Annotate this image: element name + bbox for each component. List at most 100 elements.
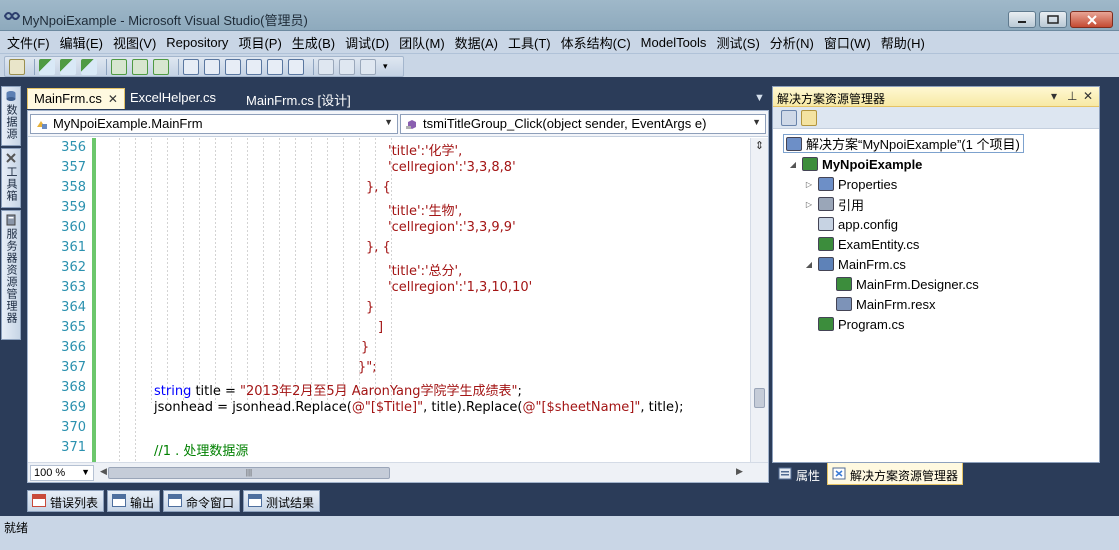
tab-excelhelper-cs[interactable]: ExcelHelper.cs (124, 88, 222, 109)
comment-lines-icon[interactable] (318, 58, 334, 75)
tool-tab[interactable]: 输出 (107, 490, 161, 512)
tree-node[interactable]: MainFrm.resx (821, 294, 935, 314)
step-into-icon[interactable] (39, 58, 55, 75)
threads-icon[interactable] (153, 58, 169, 75)
menu-item[interactable]: 帮助(H) (877, 33, 931, 52)
code-line[interactable]: 369 jsonhead = jsonhead.Replace(@"[$Title… (28, 398, 750, 418)
code-line[interactable]: 360 'cellregion':'3,3,9,9' (28, 218, 750, 238)
show-next-statement-icon[interactable] (111, 58, 127, 75)
vertical-scroll-thumb[interactable] (754, 388, 765, 408)
close-tab-icon[interactable]: ✕ (108, 92, 118, 106)
autos-window-icon[interactable] (225, 58, 241, 75)
code-line[interactable]: 363 'cellregion':'1,3,10,10' (28, 278, 750, 298)
code-line[interactable]: 366} (28, 338, 750, 358)
menu-item[interactable]: ModelTools (637, 35, 713, 50)
code-line[interactable]: 367}"; (28, 358, 750, 378)
call-stack-icon[interactable] (246, 58, 262, 75)
tree-node[interactable]: ◢ MainFrm.cs (803, 254, 906, 274)
tab-solution-explorer[interactable]: 解决方案资源管理器 (827, 463, 964, 485)
expand-arrow-icon[interactable]: ▷ (803, 180, 815, 189)
code-line[interactable]: 358}, { (28, 178, 750, 198)
step-over-icon[interactable] (60, 58, 76, 75)
code-line[interactable]: 364} (28, 298, 750, 318)
code-line[interactable]: 356 'title':'化学', (28, 138, 750, 159)
code-line[interactable]: 370 (28, 418, 750, 438)
panel-dropdown-icon[interactable]: ▾ (1051, 89, 1057, 103)
chevron-down-icon: ▼ (81, 467, 90, 477)
tree-node[interactable]: Program.cs (803, 314, 904, 334)
immediate-window-icon[interactable] (267, 58, 283, 75)
code-area[interactable]: 356 'title':'化学', 357 'cellregion':'3,3,8,8… (28, 138, 750, 462)
zoom-select[interactable]: 100 % ▼ (30, 465, 94, 481)
menu-item[interactable]: 团队(M) (395, 33, 451, 52)
horizontal-scrollbar[interactable]: ◀ ||| ▶ (100, 466, 746, 480)
tree-node[interactable]: ▷ 引用 (803, 194, 864, 214)
line-number: 357 (61, 160, 86, 175)
collapse-arrow-icon[interactable]: ◢ (803, 260, 815, 269)
maximize-button[interactable] (1039, 11, 1067, 28)
menu-item[interactable]: 编辑(E) (56, 33, 109, 52)
menu-item[interactable]: 体系结构(C) (557, 33, 637, 52)
menu-item[interactable]: 测试(S) (712, 33, 765, 52)
properties-button-icon[interactable] (781, 110, 797, 126)
tab-dropdown-icon[interactable]: ▼ (754, 92, 765, 104)
splitter-icon[interactable]: ⇕ (753, 140, 766, 153)
menu-item[interactable]: 视图(V) (109, 33, 162, 52)
menu-item[interactable]: 数据(A) (451, 33, 504, 52)
expand-arrow-icon[interactable]: ▷ (803, 200, 815, 209)
menu-item[interactable]: Repository (162, 35, 234, 50)
close-button[interactable] (1070, 11, 1113, 28)
tab-mainfrm-designer[interactable]: MainFrm.cs [设计] (240, 88, 357, 109)
tool-tab-label: 命令窗口 (186, 496, 235, 510)
breakpoint-window-icon[interactable] (9, 58, 25, 75)
vertical-scrollbar[interactable]: ⇕ (750, 138, 768, 462)
menu-item[interactable]: 生成(B) (288, 33, 341, 52)
left-dock-tab-toolbox[interactable]: 工具箱 (1, 148, 21, 208)
code-line[interactable]: 368 string title = "2013年2月至5月 AaronYang学… (28, 378, 750, 399)
code-line[interactable]: 365] (28, 318, 750, 338)
tree-node[interactable]: ExamEntity.cs (803, 234, 919, 254)
menu-item[interactable]: 分析(N) (766, 33, 820, 52)
tool-tab[interactable]: 命令窗口 (163, 490, 241, 512)
left-dock-tab-data-sources[interactable]: 数据源 (1, 86, 21, 146)
horizontal-scroll-thumb[interactable]: ||| (108, 467, 390, 479)
tree-node[interactable]: app.config (803, 214, 898, 234)
class-selector[interactable]: MyNpoiExample.MainFrm ▼ (30, 114, 398, 134)
scroll-left-icon[interactable]: ◀ (100, 466, 107, 477)
code-line[interactable]: 361}, { (28, 238, 750, 258)
uncomment-lines-icon[interactable] (339, 58, 355, 75)
pin-icon[interactable]: ⊥ (1067, 89, 1077, 103)
close-icon[interactable]: ✕ (1083, 89, 1093, 103)
watch-window-icon[interactable] (204, 58, 220, 75)
menu-item[interactable]: 文件(F) (3, 33, 56, 52)
scroll-right-icon[interactable]: ▶ (736, 466, 743, 477)
tree-node[interactable]: MainFrm.Designer.cs (821, 274, 979, 294)
member-selector[interactable]: tsmiTitleGroup_Click(object sender, Even… (400, 114, 766, 134)
show-all-files-icon[interactable] (801, 110, 817, 126)
tab-mainfrm-cs[interactable]: MainFrm.cs ✕ (27, 88, 125, 109)
collapse-arrow-icon[interactable]: ◢ (787, 160, 799, 169)
tree-node-label: Program.cs (838, 316, 905, 332)
menu-item[interactable]: 窗口(W) (820, 33, 877, 52)
code-line[interactable]: 362 'title':'总分', (28, 258, 750, 279)
minimize-button[interactable] (1008, 11, 1036, 28)
tab-properties[interactable]: 属性 (774, 463, 824, 485)
code-line[interactable]: 371 //1 . 处理数据源 (28, 438, 750, 459)
menu-item[interactable]: 工具(T) (504, 33, 557, 52)
toolbar-overflow-icon[interactable]: ▾ (383, 61, 388, 72)
menu-item[interactable]: 项目(P) (234, 33, 287, 52)
menu-item[interactable]: 调试(D) (341, 33, 395, 52)
tree-node[interactable]: ◢ MyNpoiExample (787, 154, 923, 174)
tool-tab[interactable]: 错误列表 (27, 490, 105, 512)
code-line[interactable]: 357 'cellregion':'3,3,8,8' (28, 158, 750, 178)
code-line[interactable]: 359 'title':'生物', (28, 198, 750, 219)
step-out-icon[interactable] (81, 58, 97, 75)
tree-node[interactable]: ▷ Properties (803, 174, 897, 194)
locals-window-icon[interactable] (183, 58, 199, 75)
tool-tab[interactable]: 测试结果 (243, 490, 321, 512)
hex-display-icon[interactable] (132, 58, 148, 75)
indent-icon[interactable] (360, 58, 376, 75)
memory-window-icon[interactable] (288, 58, 304, 75)
left-dock-tab-server-explorer[interactable]: 服务器资源管理器 (1, 210, 21, 340)
tree-node[interactable]: 解决方案“MyNpoiExample”(1 个项目) (783, 134, 1024, 153)
